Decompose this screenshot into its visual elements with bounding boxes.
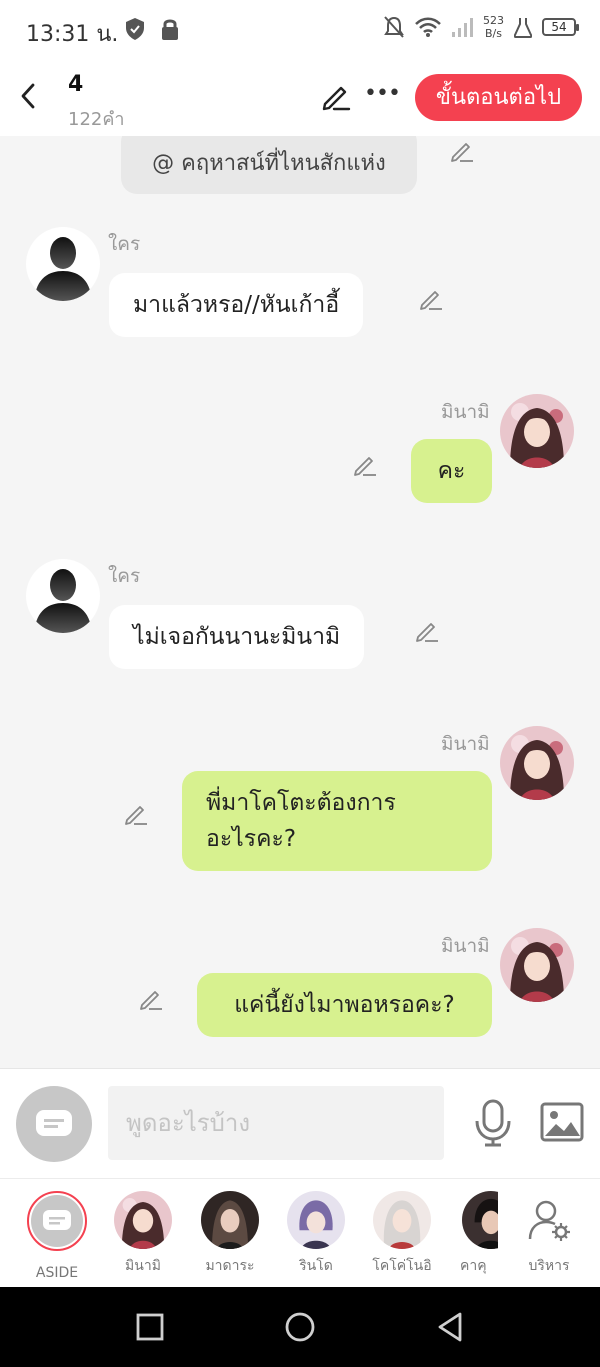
edit-title-button[interactable]: [320, 80, 356, 116]
message-input[interactable]: [108, 1086, 444, 1160]
person-silhouette-icon: [34, 569, 92, 633]
voice-button[interactable]: [472, 1099, 514, 1147]
kokonoi-avatar-image: [373, 1191, 431, 1249]
character-minami[interactable]: มินามิ: [105, 1191, 181, 1277]
system-nav-bar: [0, 1287, 600, 1367]
aside-toggle-button[interactable]: [16, 1086, 92, 1162]
pencil-icon[interactable]: [449, 138, 475, 164]
home-icon[interactable]: [284, 1311, 316, 1343]
more-icon: •••: [364, 81, 401, 106]
shield-icon: [126, 18, 144, 40]
minami-avatar-image: [114, 1191, 172, 1249]
signal-icon: [452, 18, 473, 37]
battery-indicator: 54: [542, 18, 579, 36]
net-speed: 523 B/s: [483, 14, 504, 40]
image-icon: [540, 1102, 584, 1142]
back-nav-icon[interactable]: [434, 1311, 466, 1343]
character-aside[interactable]: ASIDE: [19, 1191, 95, 1281]
character-label: รินโด: [299, 1258, 333, 1274]
avatar: [373, 1191, 431, 1249]
character-label: มินามิ: [125, 1258, 161, 1274]
character-kokonoi[interactable]: โคโค่โนอิ: [364, 1191, 440, 1277]
avatar: [114, 1191, 172, 1249]
chat-header: 4 122คำ ••• ขั้นตอนต่อไป: [0, 62, 600, 136]
flask-icon: [514, 18, 532, 38]
person-silhouette-icon: [34, 237, 92, 301]
minami-avatar-image: [500, 726, 574, 800]
character-bar: ASIDE มินามิ มาดาระ รินโด โคโค่โนอิ คาคุ: [0, 1178, 600, 1287]
aside-icon: [43, 1210, 71, 1230]
chat-area[interactable]: @ คฤหาสน์ที่ไหนสักแห่ง ใคร มาแล้วหรอ//หั…: [0, 136, 600, 1068]
character-label: คาคุ: [460, 1258, 487, 1274]
character-label: มาดาระ: [205, 1258, 255, 1274]
manage-icon: [528, 1200, 570, 1241]
message-bubble[interactable]: คะ: [411, 439, 492, 503]
lock-icon: [162, 19, 178, 40]
message-bubble[interactable]: มาแล้วหรอ//หันเก้าอี้: [109, 273, 364, 337]
minami-avatar-image: [500, 394, 574, 468]
image-button[interactable]: [540, 1102, 584, 1142]
back-arrow-icon: [21, 83, 35, 109]
message-line: อะไรคะ?: [206, 826, 297, 852]
avatar: [201, 1191, 259, 1249]
avatar-silhouette[interactable]: [26, 227, 100, 301]
kaku-avatar-image: [462, 1191, 498, 1249]
speaker-name: มินามิ: [441, 935, 490, 957]
aside-avatar: [27, 1191, 87, 1251]
character-rindo[interactable]: รินโด: [278, 1191, 354, 1277]
avatar-minami[interactable]: [500, 726, 574, 800]
pencil-icon[interactable]: [352, 452, 378, 478]
net-speed-value: 523: [483, 14, 504, 27]
mic-icon: [475, 1099, 511, 1147]
page-title: 4: [68, 72, 84, 97]
narration-bubble[interactable]: @ คฤหาสน์ที่ไหนสักแห่ง: [121, 136, 417, 194]
composer: [0, 1068, 600, 1178]
speaker-name: มินามิ: [441, 733, 490, 755]
avatar: [287, 1191, 345, 1249]
back-button[interactable]: [12, 78, 44, 114]
more-button[interactable]: •••: [364, 78, 401, 114]
character-label: ASIDE: [35, 1265, 79, 1281]
character-madara[interactable]: มาดาระ: [192, 1191, 268, 1277]
net-speed-unit: B/s: [485, 27, 502, 40]
avatar-minami[interactable]: [500, 928, 574, 1002]
madara-avatar-image: [201, 1191, 259, 1249]
status-bar: 13:31 น. 523 B/s 54: [0, 0, 600, 62]
wifi-icon: [415, 17, 441, 37]
pencil-icon[interactable]: [138, 986, 164, 1012]
character-label: โคโค่โนอิ: [372, 1258, 432, 1274]
avatar-silhouette[interactable]: [26, 559, 100, 633]
message-bubble[interactable]: พี่มาโคโตะต้องการ อะไรคะ?: [182, 771, 492, 871]
next-step-button[interactable]: ขั้นตอนต่อไป: [415, 74, 582, 121]
manage-characters-button[interactable]: บริหาร: [511, 1191, 587, 1277]
avatar: [462, 1191, 498, 1249]
message-bubble[interactable]: แค่นี้ยังไมาพอหรอคะ?: [197, 973, 492, 1037]
status-time: 13:31 น.: [26, 22, 119, 47]
speaker-name: มินามิ: [441, 401, 490, 423]
bell-off-icon: [384, 16, 404, 38]
minami-avatar-image: [500, 928, 574, 1002]
aside-icon: [36, 1110, 72, 1136]
speaker-name: ใคร: [108, 565, 141, 587]
status-left-icons: [124, 17, 180, 41]
pencil-icon[interactable]: [414, 618, 440, 644]
character-kaku[interactable]: คาคุ: [450, 1191, 498, 1277]
character-label: บริหาร: [528, 1258, 570, 1274]
avatar-minami[interactable]: [500, 394, 574, 468]
message-line: พี่มาโคโตะต้องการ: [206, 790, 396, 816]
word-count: 122คำ: [68, 109, 125, 130]
pencil-icon[interactable]: [123, 801, 149, 827]
recent-apps-icon[interactable]: [134, 1311, 166, 1343]
pencil-icon[interactable]: [418, 286, 444, 312]
status-right-icons: 523 B/s 54: [383, 14, 579, 40]
pencil-icon: [322, 86, 351, 111]
speaker-name: ใคร: [108, 233, 141, 255]
rindo-avatar-image: [287, 1191, 345, 1249]
message-bubble[interactable]: ไม่เจอกันนานะมินามิ: [109, 605, 365, 669]
